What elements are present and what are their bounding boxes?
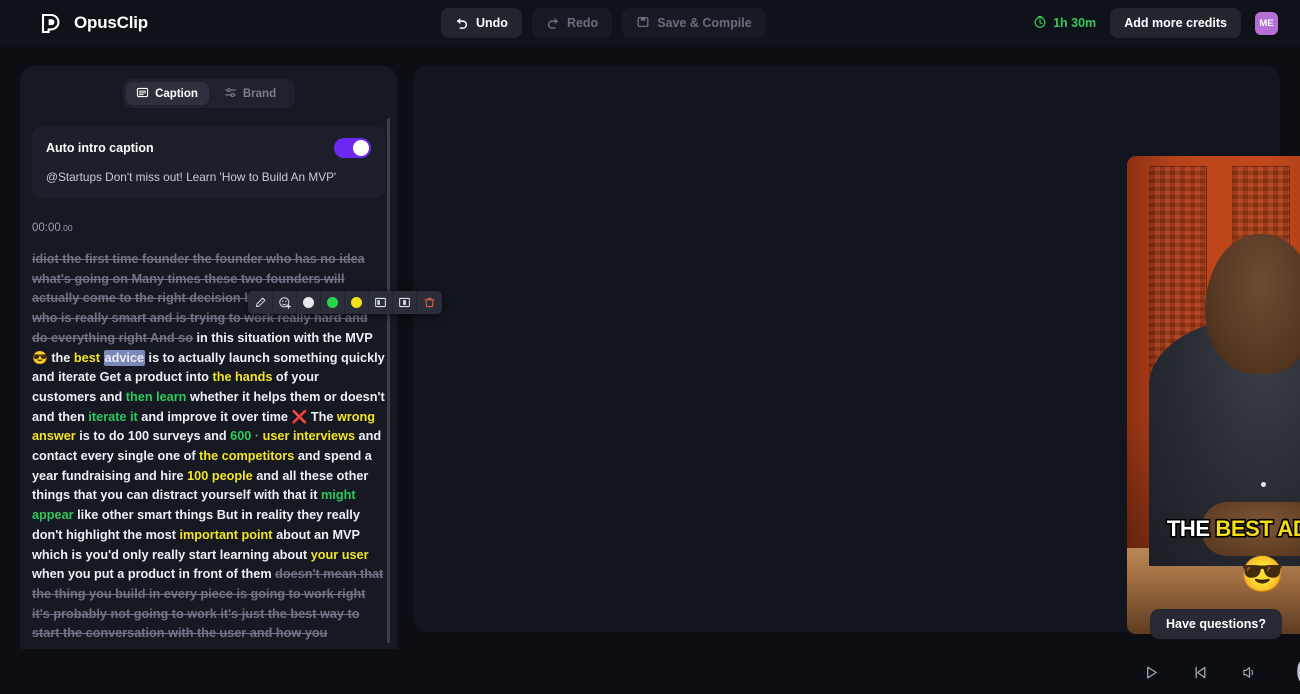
video-preview-panel: THE BEST ADVICE 😎 00:04 00:49: [413, 66, 1280, 632]
credits-time: 1h 30m: [1053, 16, 1096, 30]
timestamp-frac: .00: [61, 223, 73, 233]
auto-intro-caption-text[interactable]: @Startups Don't miss out! Learn 'How to …: [46, 170, 371, 184]
add-more-credits-button[interactable]: Add more credits: [1110, 8, 1241, 38]
toggle-knob: [353, 140, 369, 156]
sliders-icon: [224, 86, 237, 102]
transcript-token[interactable]: user interviews: [263, 429, 355, 443]
tab-caption-label: Caption: [155, 88, 198, 100]
panel-tabs: Caption Brand: [123, 79, 295, 108]
header-right: 1h 30m Add more credits ME: [1033, 8, 1278, 38]
transcript-token[interactable]: important point: [180, 528, 273, 542]
volume-icon[interactable]: [1225, 664, 1274, 681]
split-left-layout-icon[interactable]: [369, 291, 393, 314]
caption-editor-panel: Caption Brand Auto intro caption @Startu…: [20, 66, 397, 649]
transcript-token[interactable]: the hands: [212, 370, 272, 384]
transcript-token[interactable]: ❌: [288, 410, 311, 424]
redo-button[interactable]: Redo: [532, 8, 612, 38]
color-yellow-swatch-icon: [351, 297, 362, 308]
preview-handle-dot[interactable]: [1261, 482, 1266, 487]
video-preview[interactable]: THE BEST ADVICE 😎: [1127, 156, 1300, 634]
pencil-edit-icon[interactable]: [249, 291, 273, 314]
transcript-scrollbar[interactable]: [387, 118, 390, 643]
play-icon[interactable]: [1127, 664, 1176, 681]
have-questions-button[interactable]: Have questions?: [1150, 609, 1282, 639]
color-white-swatch-icon: [303, 297, 314, 308]
caption-overlay[interactable]: THE BEST ADVICE 😎: [1127, 516, 1300, 592]
transcript-token[interactable]: the: [51, 351, 70, 365]
transcript-token[interactable]: [100, 351, 104, 365]
color-green-swatch-icon[interactable]: [321, 291, 345, 314]
video-controls: 00:04 00:49: [1127, 650, 1300, 694]
brand: OpusClip: [40, 11, 148, 36]
transcript-token[interactable]: The: [311, 410, 334, 424]
save-compile-label: Save & Compile: [657, 16, 751, 30]
save-disk-icon: [636, 15, 650, 32]
current-time: 00:04: [1296, 653, 1300, 691]
auto-intro-caption-toggle[interactable]: [334, 138, 371, 158]
transcript-token[interactable]: 😎: [32, 351, 51, 365]
transcript-token[interactable]: ·: [251, 429, 262, 443]
redo-label: Redo: [567, 16, 598, 30]
caption-format-toolbar: [248, 291, 442, 314]
caption-emoji: 😎: [1127, 557, 1300, 592]
transcript-token[interactable]: when you put a product in front of them: [32, 567, 272, 581]
opus-p-logo-icon: [40, 11, 65, 36]
caption-box-icon: [136, 86, 149, 102]
transcript-token[interactable]: 600: [230, 429, 251, 443]
redo-arrow-icon: [546, 15, 560, 32]
app-header: OpusClip Undo Redo Save & Compile 1: [0, 0, 1300, 46]
transcript-timestamp: 00:00.00: [32, 222, 397, 234]
caption-line: THE BEST ADVICE: [1127, 516, 1300, 542]
transcript-token[interactable]: then learn: [126, 390, 187, 404]
clock-icon: [1033, 15, 1047, 32]
color-green-swatch-icon: [327, 297, 338, 308]
tab-brand-label: Brand: [243, 88, 276, 100]
brand-name: OpusClip: [74, 13, 148, 33]
add-emoji-icon[interactable]: [273, 291, 297, 314]
color-yellow-swatch-icon[interactable]: [345, 291, 369, 314]
split-center-layout-icon[interactable]: [393, 291, 417, 314]
skip-back-icon[interactable]: [1176, 664, 1225, 681]
transcript-token[interactable]: iterate it: [88, 410, 137, 424]
caption-word-best-advice: BEST ADVICE: [1215, 516, 1300, 541]
color-white-swatch-icon[interactable]: [297, 291, 321, 314]
header-actions: Undo Redo Save & Compile: [441, 8, 766, 38]
transcript-token[interactable]: 100 people: [187, 469, 253, 483]
caption-word-the: THE: [1167, 516, 1210, 541]
undo-arrow-icon: [455, 15, 469, 32]
transcript-token[interactable]: advice: [104, 350, 146, 366]
undo-button[interactable]: Undo: [441, 8, 522, 38]
avatar[interactable]: ME: [1255, 12, 1278, 35]
auto-intro-caption-card: Auto intro caption @Startups Don't miss …: [32, 126, 385, 198]
transcript-token[interactable]: best: [74, 351, 100, 365]
tab-brand[interactable]: Brand: [209, 82, 292, 105]
save-compile-button[interactable]: Save & Compile: [622, 8, 765, 38]
tab-caption[interactable]: Caption: [126, 82, 209, 105]
auto-intro-caption-label: Auto intro caption: [46, 141, 154, 155]
undo-label: Undo: [476, 16, 508, 30]
credits-remaining: 1h 30m: [1033, 15, 1096, 32]
transcript-token[interactable]: in this situation with the MVP: [196, 331, 372, 345]
timestamp-main: 00:00: [32, 222, 61, 234]
trash-delete-icon[interactable]: [417, 291, 441, 314]
transcript-token[interactable]: is to do 100 surveys and: [79, 429, 226, 443]
transcript-token[interactable]: and improve it over time: [141, 410, 288, 424]
transcript-token[interactable]: your user: [311, 548, 369, 562]
transcript-token[interactable]: the competitors: [199, 449, 294, 463]
